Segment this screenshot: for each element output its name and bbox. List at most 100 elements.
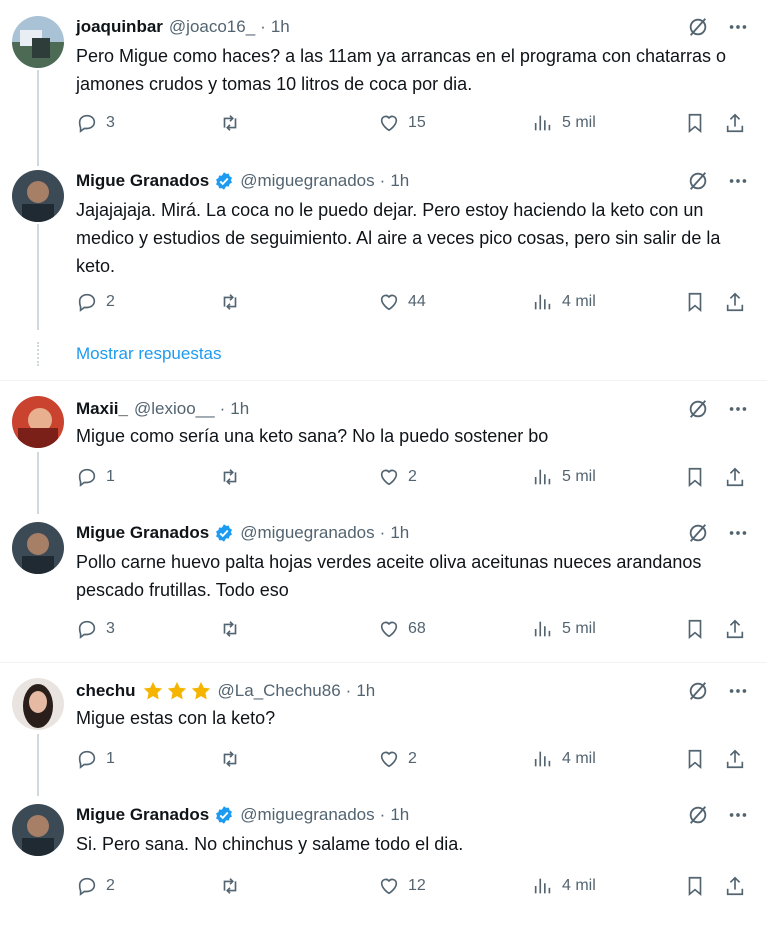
retweet-button[interactable] [218,875,250,897]
retweet-button[interactable] [218,291,250,313]
show-replies-link[interactable]: Mostrar respuestas [76,344,222,364]
tweet[interactable]: Migue Granados @miguegranados · 1h Si. P… [0,802,767,912]
bookmark-button[interactable] [684,112,714,134]
avatar[interactable] [12,522,64,574]
like-button[interactable]: 44 [378,291,426,313]
more-icon[interactable] [727,16,749,38]
share-button[interactable] [724,875,754,897]
bookmark-button[interactable] [684,748,714,770]
reply-button[interactable]: 1 [76,466,115,488]
like-button[interactable]: 2 [378,466,417,488]
share-button[interactable] [724,291,754,313]
tweet[interactable]: joaquinbar @joaco16_ · 1h Pero Migue com… [0,14,767,144]
more-icon[interactable] [727,398,749,420]
timestamp[interactable]: 1h [390,523,409,543]
more-icon[interactable] [727,522,749,544]
views-button[interactable]: 5 mil [532,466,596,488]
avatar[interactable] [12,678,64,730]
avatar[interactable] [12,16,64,68]
reply-icon [78,293,96,312]
share-button[interactable] [724,112,754,134]
timestamp[interactable]: 1h [390,805,409,825]
bookmark-button[interactable] [684,291,714,313]
tweet[interactable]: chechu @La_Chechu86 · 1h Migue estas con… [0,678,767,778]
like-button[interactable]: 68 [378,618,426,640]
display-name[interactable]: Migue Granados [76,805,209,825]
grok-icon[interactable] [687,16,709,38]
avatar[interactable] [12,396,64,448]
display-name[interactable]: Maxii_ [76,399,128,419]
timestamp[interactable]: 1h [390,171,409,191]
views-icon [534,621,551,637]
user-handle[interactable]: @miguegranados [240,171,374,191]
views-count: 4 mil [562,750,596,767]
share-icon [726,292,744,312]
grok-icon[interactable] [687,170,709,192]
grok-icon[interactable] [687,398,709,420]
user-handle[interactable]: @miguegranados [240,805,374,825]
user-handle[interactable]: @joaco16_ [169,17,255,37]
avatar[interactable] [12,170,64,222]
share-button[interactable] [724,748,754,770]
tweet[interactable]: Migue Granados @miguegranados · 1h Pollo… [0,520,767,650]
reply-icon [78,877,96,896]
tweet-actions: 2 44 4 mil [76,291,748,315]
share-icon [726,876,744,896]
views-button[interactable]: 4 mil [532,875,596,897]
more-icon[interactable] [727,170,749,192]
reply-count: 2 [106,877,115,894]
reply-button[interactable]: 2 [76,291,115,313]
timestamp[interactable]: 1h [271,17,290,37]
tweet[interactable]: Migue Granados @miguegranados · 1h Jajaj… [0,168,767,328]
user-handle[interactable]: @lexioo__ [134,399,215,419]
bookmark-button[interactable] [684,618,714,640]
tweet-text: Jajajajaja. Mirá. La coca no le puedo de… [76,200,721,276]
avatar[interactable] [12,804,64,856]
reply-button[interactable]: 1 [76,748,115,770]
reply-icon [78,750,96,769]
grok-icon[interactable] [687,804,709,826]
user-handle[interactable]: @miguegranados [240,523,374,543]
user-handle[interactable]: @La_Chechu86 [218,681,341,701]
tweet-text: Si. Pero sana. No chinchus y salame todo… [76,834,464,854]
reply-button[interactable]: 3 [76,112,115,134]
reply-button[interactable]: 3 [76,618,115,640]
more-icon[interactable] [727,804,749,826]
views-button[interactable]: 5 mil [532,112,596,134]
retweet-icon [223,469,237,485]
tweet-header: joaquinbar @joaco16_ · 1h [76,14,290,40]
share-button[interactable] [724,618,754,640]
like-button[interactable]: 12 [378,875,426,897]
retweet-button[interactable] [218,618,250,640]
like-button[interactable]: 15 [378,112,426,134]
views-button[interactable]: 4 mil [532,291,596,313]
bookmark-button[interactable] [684,466,714,488]
like-count: 12 [408,877,426,894]
retweet-button[interactable] [218,466,250,488]
bookmark-icon [688,619,702,640]
views-icon [534,294,551,310]
display-name[interactable]: Migue Granados [76,523,209,543]
display-name[interactable]: chechu [76,681,136,701]
reply-button[interactable]: 2 [76,875,115,897]
grok-icon[interactable] [687,680,709,702]
verified-badge-icon [216,172,233,190]
display-name[interactable]: Migue Granados [76,171,209,191]
timestamp[interactable]: 1h [230,399,249,419]
display-name[interactable]: joaquinbar [76,17,163,37]
like-button[interactable]: 2 [378,748,417,770]
grok-icon[interactable] [687,522,709,544]
more-icon[interactable] [727,680,749,702]
reply-count: 3 [106,114,115,131]
views-button[interactable]: 4 mil [532,748,596,770]
retweet-button[interactable] [218,748,250,770]
reply-icon [78,114,96,133]
timestamp[interactable]: 1h [356,681,375,701]
tweet[interactable]: Maxii_ @lexioo__ · 1h Migue como sería u… [0,396,767,496]
views-button[interactable]: 5 mil [532,618,596,640]
retweet-button[interactable] [218,112,250,134]
views-count: 4 mil [562,877,596,894]
share-button[interactable] [724,466,754,488]
verified-badge-icon [216,806,233,824]
bookmark-button[interactable] [684,875,714,897]
